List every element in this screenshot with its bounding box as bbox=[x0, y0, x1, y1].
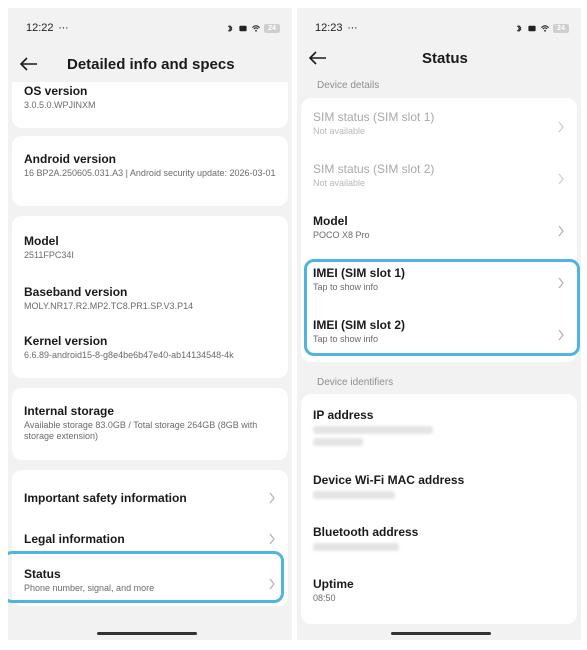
baseband-row: Baseband version MOLY.NR17.R2.MP2.TC8.PR… bbox=[12, 285, 288, 312]
model-value: POCO X8 Pro bbox=[313, 230, 370, 240]
ip-address-label: IP address bbox=[313, 408, 374, 422]
sim1-status-value: Not available bbox=[313, 126, 366, 136]
storage-label: Internal storage bbox=[24, 404, 115, 418]
uptime-row: Uptime 08:50 bbox=[301, 577, 577, 604]
storage-card: Internal storage Available storage 83.0G… bbox=[12, 388, 288, 460]
baseband-label: Baseband version bbox=[24, 285, 128, 299]
android-version-value: 16 BP2A.250605.031.A3 | Android security… bbox=[24, 168, 276, 178]
chevron-right-icon bbox=[558, 173, 564, 185]
bluetooth-icon bbox=[516, 24, 522, 32]
baseband-value: MOLY.NR17.R2.MP2.TC8.PR1.SP.V3.P14 bbox=[24, 301, 194, 311]
ip-address-row[interactable]: IP address bbox=[301, 408, 577, 446]
chevron-right-icon bbox=[269, 492, 275, 504]
sim1-status-label: SIM status (SIM slot 1) bbox=[313, 110, 435, 124]
chevron-right-icon bbox=[269, 533, 275, 545]
home-indicator[interactable] bbox=[391, 632, 491, 635]
model-label: Model bbox=[24, 234, 59, 248]
storage-row: Internal storage Available storage 83.0G… bbox=[12, 404, 288, 442]
status-value: Phone number, signal, and more bbox=[24, 583, 155, 593]
imei1-value: Tap to show info bbox=[313, 282, 379, 292]
os-version-label: OS version bbox=[24, 84, 88, 98]
safety-info-label: Important safety information bbox=[24, 491, 187, 505]
right-screen: 12:23 ⋯ 24 Status Device details SIM sta… bbox=[297, 8, 581, 640]
bluetooth-address-row[interactable]: Bluetooth address bbox=[301, 525, 577, 551]
section-header-device-identifiers: Device identifiers bbox=[317, 377, 394, 388]
bluetooth-icon bbox=[227, 24, 233, 32]
kernel-row: Kernel version 6.6.89-android15-8-g8e4be… bbox=[12, 334, 288, 361]
nfc-icon bbox=[528, 25, 536, 31]
chevron-right-icon bbox=[558, 121, 564, 133]
sim2-status-value: Not available bbox=[313, 178, 366, 188]
imei1-row[interactable]: IMEI (SIM slot 1) Tap to show info bbox=[301, 266, 577, 306]
os-version-row: OS version 3.0.5.0.WPJINXM bbox=[12, 84, 288, 111]
nfc-icon bbox=[239, 25, 247, 31]
wifi-icon bbox=[541, 24, 549, 32]
imei1-label: IMEI (SIM slot 1) bbox=[313, 266, 406, 280]
model-label: Model bbox=[313, 214, 348, 228]
home-indicator[interactable] bbox=[97, 632, 197, 635]
status-row[interactable]: Status Phone number, signal, and more bbox=[12, 567, 288, 601]
wifi-mac-row[interactable]: Device Wi-Fi MAC address bbox=[301, 473, 577, 499]
info-card: Important safety information Legal infor… bbox=[12, 470, 288, 606]
model-row[interactable]: Model POCO X8 Pro bbox=[301, 214, 577, 254]
app-bar: Detailed info and specs bbox=[8, 48, 292, 80]
chevron-right-icon bbox=[558, 225, 564, 237]
os-version-value: 3.0.5.0.WPJINXM bbox=[24, 100, 96, 110]
left-screen: 12:22 ⋯ 24 Detailed info and specs OS ve… bbox=[8, 8, 292, 640]
wifi-mac-label: Device Wi-Fi MAC address bbox=[313, 473, 465, 487]
back-button[interactable] bbox=[18, 53, 40, 75]
legal-info-label: Legal information bbox=[24, 532, 125, 546]
sim1-status-row[interactable]: SIM status (SIM slot 1) Not available bbox=[301, 110, 577, 150]
bluetooth-address-value-redacted bbox=[313, 543, 399, 551]
chevron-right-icon bbox=[558, 329, 564, 341]
chevron-right-icon bbox=[558, 277, 564, 289]
wifi-mac-value-redacted bbox=[313, 491, 395, 499]
back-arrow-icon bbox=[20, 57, 37, 71]
clock: 12:22 bbox=[26, 22, 54, 34]
legal-info-row[interactable]: Legal information bbox=[12, 525, 288, 553]
battery-icon: 24 bbox=[553, 23, 569, 33]
status-bar: 12:23 ⋯ 24 bbox=[315, 20, 569, 36]
section-header-device-details: Device details bbox=[317, 80, 380, 91]
imei2-row[interactable]: IMEI (SIM slot 2) Tap to show info bbox=[301, 318, 577, 358]
device-details-card: SIM status (SIM slot 1) Not available SI… bbox=[301, 98, 577, 362]
wifi-icon bbox=[252, 24, 260, 32]
notification-icon: ⋯ bbox=[347, 22, 359, 34]
imei2-label: IMEI (SIM slot 2) bbox=[313, 318, 406, 332]
back-arrow-icon bbox=[309, 51, 326, 65]
imei2-value: Tap to show info bbox=[313, 334, 379, 344]
page-title: Status bbox=[422, 49, 468, 67]
chevron-right-icon bbox=[269, 578, 275, 590]
kernel-value: 6.6.89-android15-8-g8e4be6b47e40-ab14134… bbox=[24, 350, 234, 360]
clock: 12:23 bbox=[315, 22, 343, 34]
uptime-value: 08:50 bbox=[313, 593, 336, 603]
model-value: 2511FPC34I bbox=[24, 250, 74, 260]
os-card: OS version 3.0.5.0.WPJINXM bbox=[12, 82, 288, 128]
hardware-card: Model 2511FPC34I Baseband version MOLY.N… bbox=[12, 216, 288, 378]
model-row: Model 2511FPC34I bbox=[12, 234, 288, 261]
status-bar: 12:22 ⋯ 24 bbox=[26, 20, 280, 36]
back-button[interactable] bbox=[307, 47, 329, 69]
page-title: Detailed info and specs bbox=[67, 55, 235, 73]
sim2-status-label: SIM status (SIM slot 2) bbox=[313, 162, 435, 176]
android-card: Android version 16 BP2A.250605.031.A3 | … bbox=[12, 136, 288, 206]
app-bar: Status bbox=[297, 42, 581, 74]
sim2-status-row[interactable]: SIM status (SIM slot 2) Not available bbox=[301, 162, 577, 202]
uptime-label: Uptime bbox=[313, 577, 354, 591]
safety-info-row[interactable]: Important safety information bbox=[12, 484, 288, 512]
device-identifiers-card: IP address Device Wi-Fi MAC address Blue… bbox=[301, 394, 577, 624]
android-version-row: Android version 16 BP2A.250605.031.A3 | … bbox=[12, 152, 288, 179]
status-label: Status bbox=[24, 567, 61, 581]
bluetooth-address-label: Bluetooth address bbox=[313, 525, 419, 539]
kernel-label: Kernel version bbox=[24, 334, 108, 348]
ip-address-value-redacted bbox=[313, 438, 363, 446]
battery-icon: 24 bbox=[264, 23, 280, 33]
ip-address-value-redacted bbox=[313, 426, 433, 434]
storage-value: Available storage 83.0GB / Total storage… bbox=[24, 420, 258, 441]
android-version-label: Android version bbox=[24, 152, 117, 166]
notification-icon: ⋯ bbox=[58, 22, 70, 34]
